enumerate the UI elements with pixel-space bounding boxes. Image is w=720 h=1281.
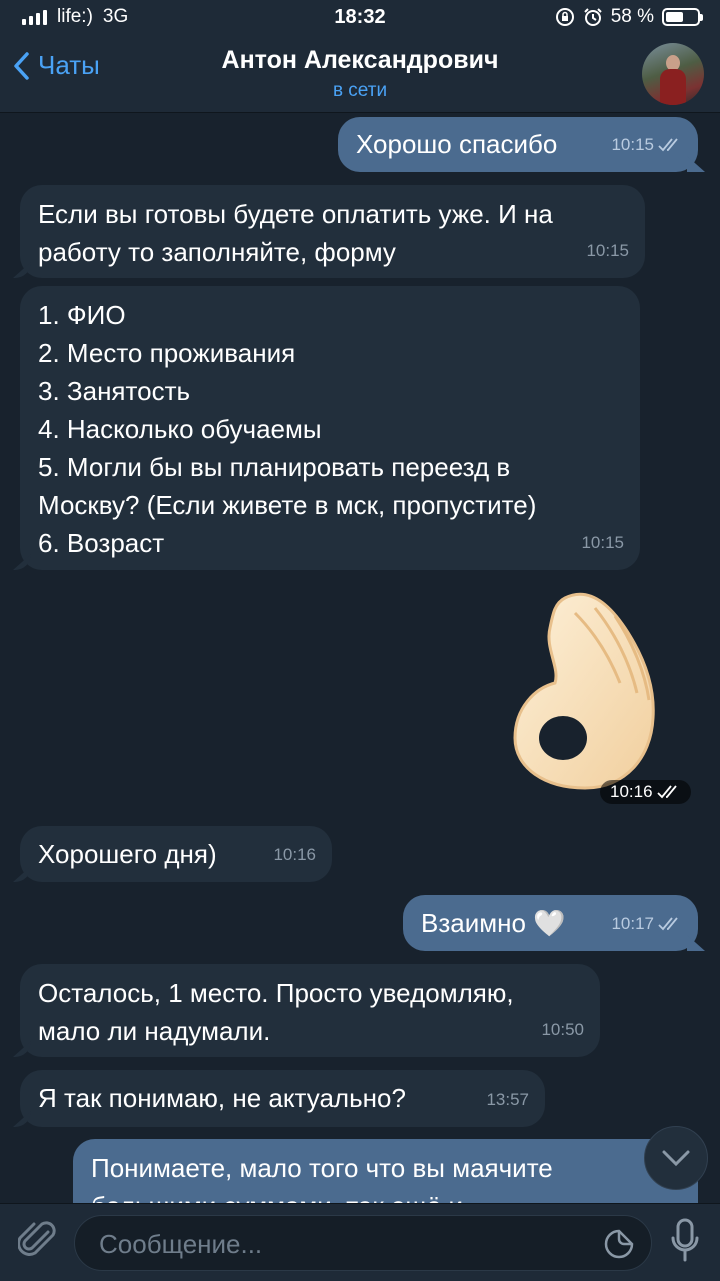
- sticker-icon: [604, 1229, 634, 1259]
- message-in[interactable]: Я так понимаю, не актуально? 13:57: [20, 1070, 545, 1127]
- battery-percent: 58 %: [610, 6, 654, 27]
- message-in[interactable]: Если вы готовы будете оплатить уже. И на…: [20, 185, 645, 278]
- message-meta: 10:15: [611, 126, 682, 164]
- avatar[interactable]: [642, 43, 704, 105]
- alarm-icon: [583, 8, 602, 26]
- message-field[interactable]: [74, 1215, 652, 1272]
- chevron-down-icon: [662, 1150, 690, 1167]
- message-time: 10:15: [586, 241, 629, 260]
- message-text: Осталось, 1 место. Просто уведомляю, мал…: [38, 978, 514, 1046]
- message-in[interactable]: Хорошего дня) 10:16: [20, 826, 332, 882]
- message-text: Я так понимаю, не актуально?: [38, 1083, 406, 1113]
- message-list[interactable]: Хорошо спасибо 10:15 Если вы готовы буде…: [0, 113, 720, 1203]
- double-check-icon: [658, 138, 678, 152]
- mic-button[interactable]: [670, 1218, 700, 1269]
- composer: [0, 1203, 720, 1281]
- message-out[interactable]: Понимаете, мало того что вы маячите боль…: [73, 1139, 698, 1203]
- status-right: 58 %: [555, 6, 703, 28]
- message-meta: 10:17: [611, 905, 682, 943]
- message-out[interactable]: Взаимно 🤍 10:17: [403, 895, 698, 951]
- contact-name[interactable]: Антон Александрович: [0, 46, 720, 75]
- battery-icon: [662, 8, 703, 26]
- double-check-icon: [658, 917, 678, 931]
- attach-button[interactable]: [17, 1218, 58, 1267]
- scroll-down-button[interactable]: [644, 1126, 708, 1190]
- message-time: 10:50: [541, 1020, 584, 1039]
- ok-hand-sticker: [513, 592, 655, 790]
- sticker-button[interactable]: [603, 1228, 635, 1265]
- message-in[interactable]: Осталось, 1 место. Просто уведомляю, мал…: [20, 964, 600, 1057]
- message-text: 1. ФИО 2. Место проживания 3. Занятость …: [38, 300, 537, 558]
- orientation-lock-icon: [555, 8, 574, 26]
- message-text: Понимаете, мало того что вы маячите боль…: [91, 1153, 553, 1203]
- contact-status: в сети: [332, 80, 388, 101]
- paperclip-icon: [17, 1221, 56, 1256]
- message-time: 10:17: [611, 914, 654, 933]
- microphone-icon: [671, 1218, 699, 1262]
- message-time: 10:16: [610, 782, 653, 801]
- message-in[interactable]: 1. ФИО 2. Место проживания 3. Занятость …: [20, 286, 640, 570]
- message-time: 10:15: [611, 135, 654, 154]
- message-input[interactable]: [97, 1216, 581, 1272]
- message-time: 10:15: [581, 533, 624, 552]
- double-check-icon: [656, 785, 677, 799]
- message-time: 10:16: [273, 845, 316, 864]
- message-out[interactable]: Хорошо спасибо 10:15: [338, 117, 698, 172]
- message-meta: 10:16: [600, 780, 691, 804]
- message-text: Если вы готовы будете оплатить уже. И на…: [38, 199, 553, 267]
- status-bar: life:) 3G 18:32 58 %: [0, 0, 720, 36]
- sticker-message[interactable]: 10:16: [505, 588, 695, 804]
- message-time: 13:57: [486, 1090, 529, 1109]
- chat-header: Чаты Антон Александрович в сети: [0, 36, 720, 113]
